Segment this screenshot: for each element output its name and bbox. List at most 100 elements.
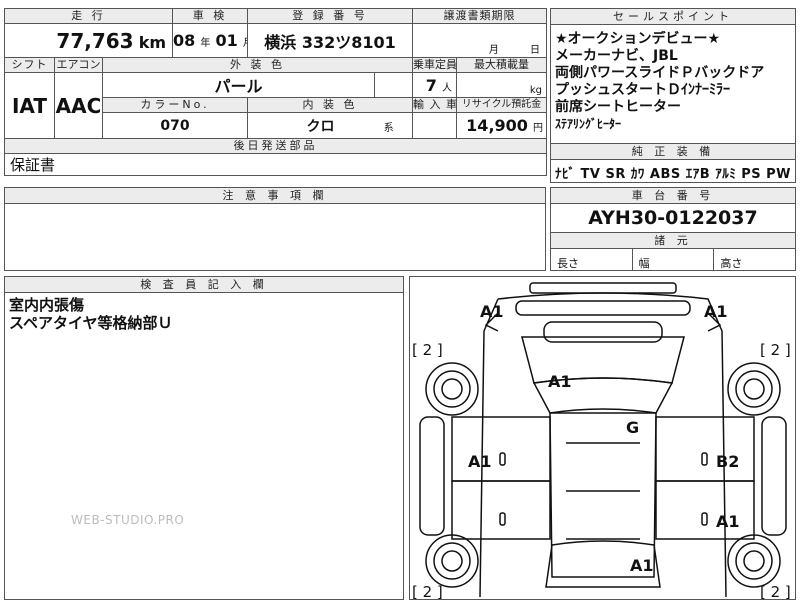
mark-roof: G (626, 418, 639, 437)
shaken-cell: 08 年 01 月 (172, 23, 249, 58)
inspector-note: 室内内張傷 (9, 296, 85, 314)
mark-hood: A1 (548, 372, 572, 391)
tire-label-rear-right: [ 2 ] (760, 583, 791, 600)
mark-front-right: A1 (704, 302, 728, 321)
shaken-year: 08 (173, 31, 196, 50)
capacity-value: 7 (425, 75, 437, 95)
wheel-front-left (425, 362, 479, 416)
mileage-value: 77,763 (56, 28, 134, 53)
car-diagram: A1 A1 A1 G A1 B2 A1 A1 [ 2 ] [ 2 ] [ 2 ]… (412, 282, 791, 600)
dimension-length: 長さ (551, 249, 633, 271)
wheel-rear-left (425, 534, 479, 588)
right-front-door (655, 416, 755, 482)
import-header: 輸 入 車 (412, 97, 458, 113)
recycle-value: 14,900 (466, 116, 528, 135)
wheel-front-right (727, 362, 781, 416)
mark-front-left: A1 (480, 302, 504, 321)
tire-label-front-right: [ 2 ] (760, 341, 791, 359)
chassis-header: 車 台 番 号 (551, 188, 795, 204)
mark-right-rear-door: A1 (716, 512, 740, 531)
mileage-cell: 77,763 km (3, 23, 174, 58)
chassis-value: AYH30-0122037 (551, 204, 795, 233)
import-value (412, 112, 458, 139)
wheel-rear-right (727, 534, 781, 588)
notes-header: 注 意 事 項 欄 (5, 188, 545, 204)
max-load-unit: kg (529, 85, 543, 96)
ext-color-value: パール (101, 72, 376, 98)
max-load-header: 最大積載量 (456, 57, 548, 73)
shift-value: IAT (4, 72, 55, 139)
car-body-outline (479, 292, 727, 598)
dimension-width: 幅 (633, 249, 715, 271)
transfer-month-unit: 月 (488, 45, 499, 56)
vehicle-info-table: 走 行 車 検 登 録 番 号 譲渡書類期限 77,763 km 08 年 01… (3, 8, 548, 176)
roof-panel (549, 412, 657, 578)
reg-no-value: 横浜 332ツ8101 (247, 23, 414, 58)
int-color-cell: クロ 系 (247, 112, 414, 139)
mark-left-front-door: A1 (468, 452, 492, 471)
sales-points-list: ★オークションデビュー★ メーカーナビ、JBL 両側パワースライドＰバックドア … (551, 25, 795, 133)
shaken-year-unit: 年 (200, 38, 211, 49)
transfer-deadline-cell: 月 日 (412, 23, 548, 58)
sales-point-line: メーカーナビ、JBL (555, 48, 678, 64)
left-front-door (451, 416, 551, 482)
notes-box: 注 意 事 項 欄 (4, 187, 546, 271)
color-no-value: 070 (101, 112, 249, 139)
max-load-cell: kg (456, 72, 548, 98)
sales-point-line: ★オークションデビュー★ (555, 31, 721, 47)
reg-no-header: 登 録 番 号 (247, 8, 414, 24)
int-color-suffix: 系 (383, 122, 394, 134)
mileage-unit: km (138, 32, 167, 52)
int-color-value: クロ (306, 118, 335, 135)
sales-point-line: ｽﾃｱﾘﾝｸﾞﾋｰﾀｰ (555, 117, 622, 131)
ext-color-header: 外 装 色 (101, 57, 414, 73)
shaken-month-unit: 月 (243, 38, 247, 49)
equipment-header: 純 正 装 備 (551, 144, 795, 160)
later-parts-value: 保証書 (3, 153, 548, 176)
capacity-header: 乗車定員 (412, 57, 458, 73)
recycle-cell: 14,900 円 (456, 112, 548, 139)
inspector-notes: 室内内張傷 スペアタイヤ等格納部Ｕ (5, 293, 403, 332)
mileage-header: 走 行 (3, 8, 174, 24)
sales-point-line: 前席シートヒーター (555, 99, 681, 115)
dimension-height: 高さ (720, 257, 743, 270)
watermark: WEB-STUDIO.PRO (71, 513, 185, 527)
aircon-header: エアコン (54, 57, 103, 73)
capacity-cell: 7 人 (412, 72, 458, 98)
shift-header: シフト (4, 57, 55, 73)
inspector-note: スペアタイヤ等格納部Ｕ (9, 314, 173, 332)
sales-point-line: 両側パワースライドＰバックドア (555, 65, 765, 81)
tire-label-rear-left: [ 2 ] (412, 583, 443, 600)
shaken-month: 01 (215, 31, 238, 50)
transfer-deadline-header: 譲渡書類期限 (412, 8, 548, 24)
color-no-header: カラーNo. (101, 97, 249, 113)
equipment-value: ﾅﾋﾞ TV SR ｶﾜ ABS ｴｱB ｱﾙﾐ PS PW (555, 167, 792, 182)
tire-label-front-left: [ 2 ] (412, 341, 443, 359)
aircon-value: AAC (54, 72, 103, 139)
mark-right-front-door: B2 (716, 452, 739, 471)
shaken-header: 車 検 (172, 8, 249, 24)
dimensions-row: 長さ 幅 高さ (551, 249, 795, 271)
car-diagram-box: A1 A1 A1 G A1 B2 A1 A1 [ 2 ] [ 2 ] [ 2 ]… (409, 276, 796, 600)
capacity-unit: 人 (442, 82, 453, 94)
chassis-box: 車 台 番 号 AYH30-0122037 諸 元 長さ 幅 高さ (550, 187, 796, 271)
dimensions-header: 諸 元 (551, 233, 795, 249)
mark-rear: A1 (630, 556, 654, 575)
sales-point-line: プッシュスタートＤｲﾝﾅｰﾐﾗｰ (555, 82, 730, 98)
sales-points-header: セールスポイント (551, 9, 795, 25)
front-bumper (529, 282, 677, 294)
hood-panel (521, 336, 685, 384)
later-parts-header: 後日発送部品 (3, 138, 548, 154)
inspector-header: 検 査 員 記 入 欄 (5, 277, 403, 293)
transfer-day-unit: 日 (530, 45, 541, 56)
hood-vent (543, 321, 663, 343)
int-color-header: 内 装 色 (247, 97, 414, 113)
recycle-unit: 円 (533, 123, 544, 134)
front-grille (515, 300, 691, 316)
equipment-box: 純 正 装 備 ﾅﾋﾞ TV SR ｶﾜ ABS ｴｱB ｱﾙﾐ PS PW (550, 143, 796, 183)
left-rear-door (451, 480, 551, 540)
inspector-box: 検 査 員 記 入 欄 室内内張傷 スペアタイヤ等格納部Ｕ WEB-STUDIO… (4, 276, 404, 600)
sales-points-box: セールスポイント ★オークションデビュー★ メーカーナビ、JBL 両側パワースラ… (550, 8, 796, 144)
ext-color-blank (374, 72, 414, 98)
recycle-header: リサイクル預託金 (456, 97, 548, 113)
